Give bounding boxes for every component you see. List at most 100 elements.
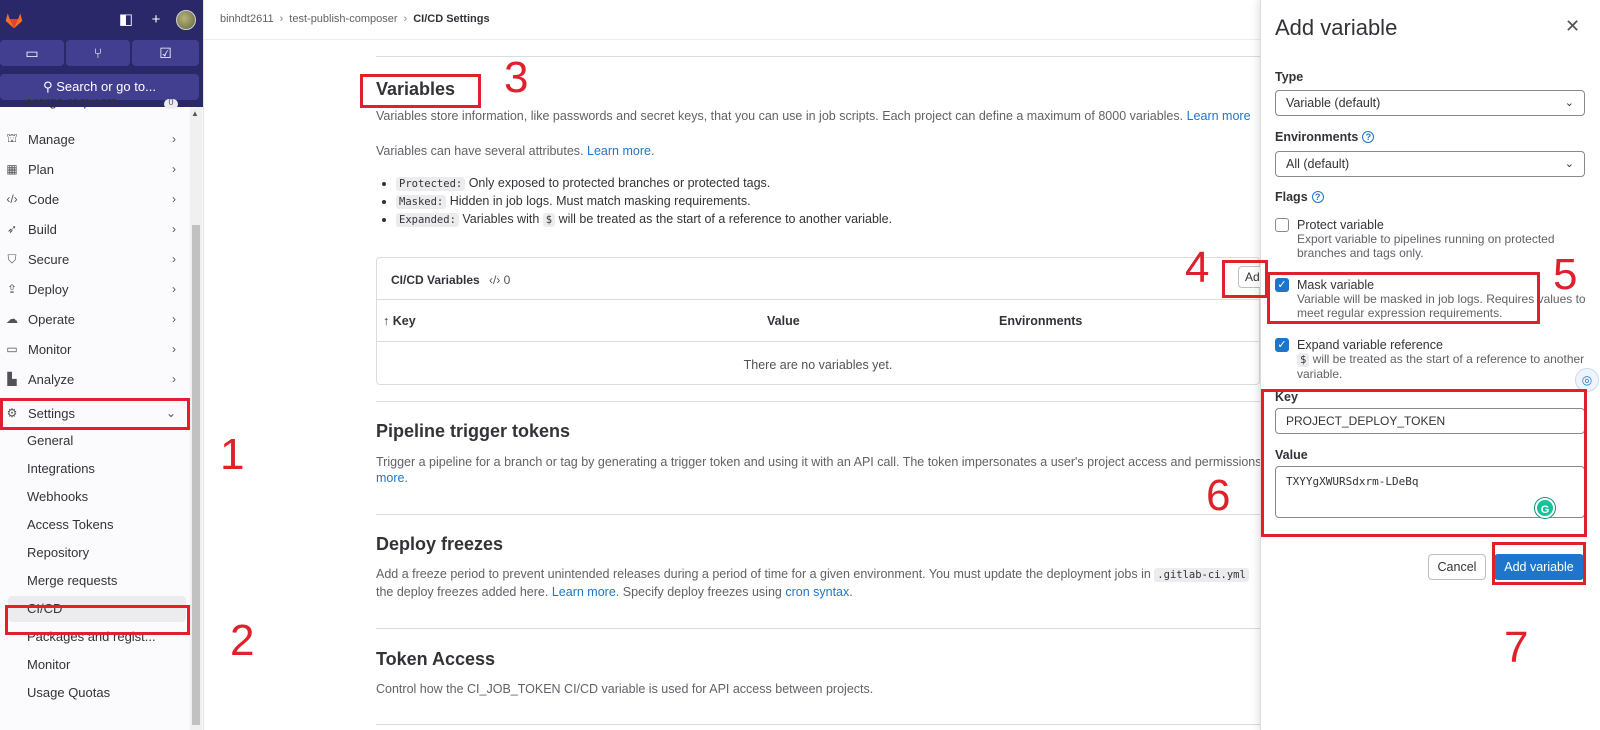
sidebar-item-settings[interactable]: ⚙ Settings ⌄	[0, 399, 186, 427]
sidebar-item-analyze[interactable]: ▙ Analyze ›	[0, 365, 186, 393]
grammarly-icon[interactable]: G	[1535, 498, 1555, 518]
avatar[interactable]	[176, 10, 196, 30]
users-icon: ⛫	[6, 131, 18, 145]
settings-sub-access-tokens[interactable]: Access Tokens	[27, 514, 113, 536]
settings-sub-cicd[interactable]: CI/CD	[27, 598, 62, 620]
calendar-icon: ▦	[6, 162, 18, 176]
sidebar-scroll-thumb[interactable]	[192, 225, 200, 725]
shield-icon: ⛉	[7, 251, 17, 266]
section-divider	[376, 401, 1260, 402]
section-divider	[376, 628, 1260, 629]
chart-icon: ▙	[7, 372, 17, 386]
sort-key-header[interactable]: ↑ Key	[383, 314, 416, 328]
search-button[interactable]: ⚲ Search or go to...	[0, 74, 199, 100]
environments-select[interactable]: All (default) ⌄	[1275, 151, 1585, 177]
floating-assistant-icon[interactable]: ◎	[1575, 368, 1599, 392]
chevron-down-icon: ⌄	[165, 406, 176, 420]
gitlab-logo[interactable]	[4, 10, 24, 30]
annotation-number-2: 2	[230, 616, 255, 665]
annotation-number-6: 6	[1206, 471, 1231, 520]
table-header: ↑ Key Value Environments	[377, 300, 1259, 342]
cancel-button[interactable]: Cancel	[1428, 554, 1486, 580]
trigger-learn-more-link[interactable]: more.	[376, 471, 408, 485]
type-select[interactable]: Variable (default) ⌄	[1275, 90, 1585, 116]
sidebar-item-merge-requests-partial[interactable]: Merge requests	[27, 99, 117, 111]
gear-icon: ⚙	[6, 406, 18, 420]
search-icon: ⚲	[43, 79, 53, 94]
environments-header: Environments	[999, 314, 1083, 328]
merge-request-icon[interactable]: ⑂	[66, 40, 130, 66]
rocket-icon: ➶	[6, 222, 18, 236]
settings-sub-packages[interactable]: Packages and regist...	[27, 626, 156, 648]
issues-icon[interactable]: ▭	[0, 40, 64, 66]
sidebar-item-plan[interactable]: ▦ Plan ›	[0, 155, 186, 183]
settings-sub-merge-requests[interactable]: Merge requests	[27, 570, 117, 592]
add-variable-drawer: Add variable ✕ Type Variable (default) ⌄…	[1260, 0, 1600, 730]
expand-variable-label[interactable]: Expand variable reference	[1297, 338, 1443, 352]
mask-variable-label[interactable]: Mask variable	[1297, 278, 1374, 292]
sidebar-item-deploy[interactable]: ⇪ Deploy ›	[0, 275, 186, 303]
plus-icon[interactable]: +	[146, 10, 166, 30]
help-icon[interactable]: ?	[1311, 191, 1324, 203]
cron-syntax-link[interactable]: cron syntax	[785, 585, 849, 599]
variables-learn-more-link[interactable]: Learn more	[1187, 109, 1251, 123]
add-variable-submit-button[interactable]: Add variable	[1494, 554, 1584, 580]
help-icon[interactable]: ?	[1362, 131, 1375, 143]
expand-variable-checkbox[interactable]: ✓	[1275, 338, 1289, 352]
sidebar-item-monitor[interactable]: ▭ Monitor ›	[0, 335, 186, 363]
annotation-number-5: 5	[1553, 250, 1578, 299]
variables-count: ‹/› 0	[489, 273, 511, 287]
chevron-down-icon: ⌄	[1564, 158, 1574, 170]
protect-variable-checkbox[interactable]	[1275, 218, 1289, 232]
mask-variable-checkbox[interactable]: ✓	[1275, 278, 1289, 292]
arrow-up-icon: ↑	[383, 314, 390, 328]
key-label: Key	[1275, 390, 1298, 404]
chevron-right-icon: ›	[172, 162, 176, 176]
sidebar-toggle-icon[interactable]: ◧	[116, 10, 136, 30]
close-icon[interactable]: ✕	[1565, 16, 1580, 37]
environments-label: Environments?	[1275, 130, 1375, 144]
drawer-title: Add variable	[1275, 15, 1398, 40]
chevron-right-icon: ›	[172, 192, 176, 206]
list-item: Masked: Hidden in job logs. Must match m…	[396, 194, 892, 209]
settings-sub-webhooks[interactable]: Webhooks	[27, 486, 88, 508]
variables-title: Variables	[376, 79, 456, 99]
annotation-number-1: 1	[220, 430, 245, 479]
mask-variable-help: Variable will be masked in job logs. Req…	[1297, 292, 1586, 320]
token-access-description: Control how the CI_JOB_TOKEN CI/CD varia…	[376, 682, 874, 696]
settings-sub-usage-quotas[interactable]: Usage Quotas	[27, 682, 110, 704]
annotation-number-4: 4	[1185, 243, 1210, 292]
sidebar-item-code[interactable]: ‹/› Code ›	[0, 185, 186, 213]
sidebar-item-build[interactable]: ➶ Build ›	[0, 215, 186, 243]
main-content: Variables Variables store information, l…	[376, 0, 1265, 730]
code-icon: ‹/›	[489, 273, 501, 287]
attributes-learn-more-link[interactable]: Learn more.	[587, 144, 654, 158]
freeze-learn-more-link[interactable]: Learn more.	[552, 585, 619, 599]
protect-variable-label[interactable]: Protect variable	[1297, 218, 1384, 232]
settings-sub-integrations[interactable]: Integrations	[27, 458, 95, 480]
sidebar-item-secure[interactable]: ⛉ Secure ›	[0, 245, 186, 273]
token-access-title: Token Access	[376, 649, 496, 669]
annotation-number-3: 3	[504, 53, 529, 102]
scroll-up-arrow-icon[interactable]: ▲	[191, 109, 199, 118]
value-header: Value	[767, 314, 800, 328]
chevron-right-icon: ›	[172, 282, 176, 296]
chevron-right-icon: ›	[172, 372, 176, 386]
todo-icon[interactable]: ☑	[132, 40, 199, 66]
chevron-down-icon: ⌄	[1564, 97, 1574, 109]
sidebar-item-manage[interactable]: ⛫ Manage ›	[0, 125, 186, 153]
deploy-freezes-description: Add a freeze period to prevent unintende…	[376, 567, 1249, 582]
chevron-right-icon: ›	[172, 252, 176, 266]
chevron-right-icon: ›	[172, 342, 176, 356]
breadcrumb-user[interactable]: binhdt2611	[220, 13, 274, 25]
sidebar-top: ◧ + ▭ ⑂ ☑ ⚲ Search or go to...	[0, 0, 203, 107]
chevron-right-icon: ›	[172, 222, 176, 236]
flags-label: Flags?	[1275, 190, 1324, 204]
list-item: Protected: Only exposed to protected bra…	[396, 176, 892, 191]
sidebar-item-operate[interactable]: ☁ Operate ›	[0, 305, 186, 333]
settings-sub-general[interactable]: General	[27, 430, 73, 452]
settings-sub-repository[interactable]: Repository	[27, 542, 89, 564]
settings-sub-monitor[interactable]: Monitor	[27, 654, 70, 676]
protect-variable-help: Export variable to pipelines running on …	[1297, 232, 1555, 260]
key-input[interactable]: PROJECT_DEPLOY_TOKEN	[1275, 408, 1585, 434]
